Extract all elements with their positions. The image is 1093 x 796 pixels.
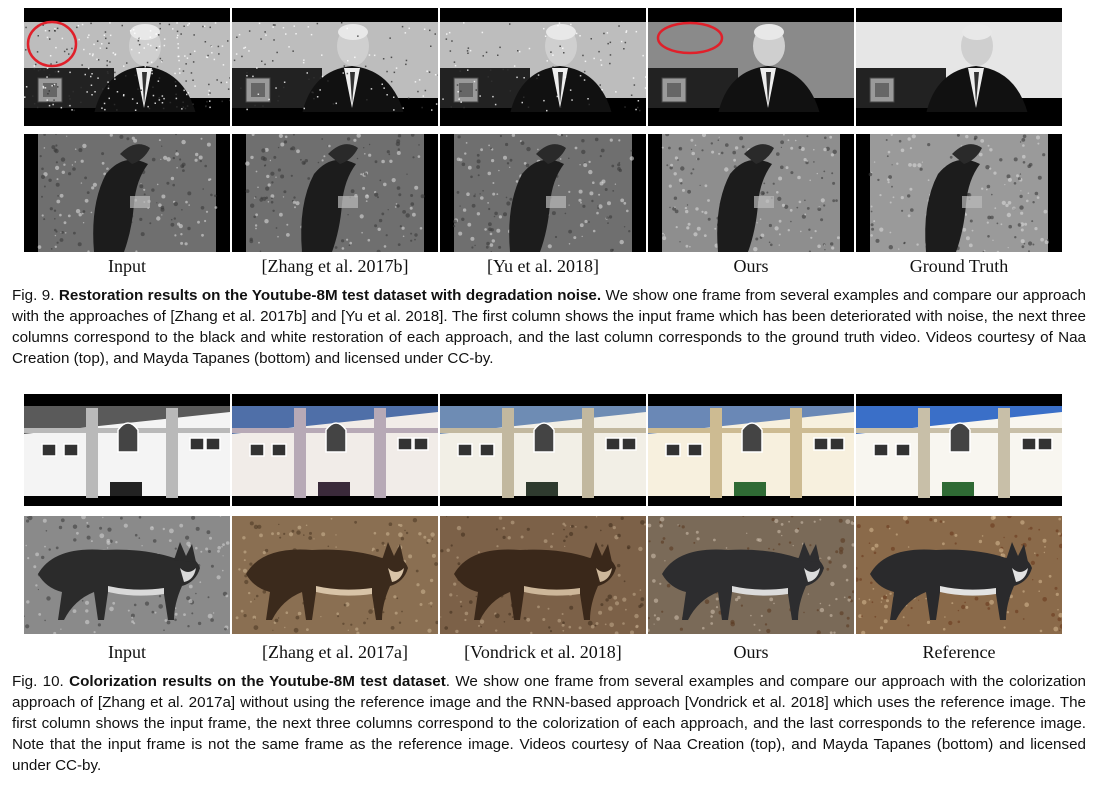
fig9-man-input-image	[24, 8, 230, 126]
fig9-animal-ours-image	[648, 134, 854, 252]
fig10-wolf-zhang-image	[232, 516, 438, 634]
fig10-caption-title: Colorization results on the Youtube-8M t…	[69, 673, 446, 690]
fig10-wolf-input-image	[24, 516, 230, 634]
fig10-wolf-reference-image	[856, 516, 1062, 634]
fig10-label-zhang: [Zhang et al. 2017a]	[262, 642, 408, 662]
fig10-caption: Fig. 10. Colorization results on the You…	[12, 671, 1086, 776]
fig10-image-grid	[24, 394, 1090, 634]
fig9-animal-input-image	[24, 134, 230, 252]
fig10-caption-prefix: Fig. 10.	[12, 673, 64, 690]
fig10-building-reference-image	[856, 394, 1062, 506]
fig9-image-grid	[24, 8, 1090, 252]
fig9-man-zhang-image	[232, 8, 438, 126]
fig9-animal-yu-image	[440, 134, 646, 252]
fig9-animal-zhang-image	[232, 134, 438, 252]
fig10-building-input-image	[24, 394, 230, 506]
fig9-caption: Fig. 9. Restoration results on the Youtu…	[12, 285, 1086, 369]
fig10-building-zhang-image	[232, 394, 438, 506]
fig10-label-reference: Reference	[922, 642, 996, 662]
fig9-label-ours: Ours	[733, 256, 769, 276]
fig10-building-ours-image	[648, 394, 854, 506]
fig10-label-input: Input	[108, 642, 146, 662]
fig9-animal-ground-truth-image	[856, 134, 1062, 252]
fig9-caption-prefix: Fig. 9.	[12, 287, 55, 304]
fig9-label-input: Input	[108, 256, 146, 276]
fig10-label-ours: Ours	[733, 642, 769, 662]
fig9-man-yu-image	[440, 8, 646, 126]
fig10-building-vondrick-image	[440, 394, 646, 506]
fig9-label-zhang: [Zhang et al. 2017b]	[261, 256, 409, 276]
fig9-column-labels: Input [Zhang et al. 2017b] [Yu et al. 20…	[24, 254, 1090, 278]
fig9-man-ground-truth-image	[856, 8, 1062, 126]
fig9-caption-title: Restoration results on the Youtube-8M te…	[58, 287, 602, 304]
fig10-column-labels: Input [Zhang et al. 2017a] [Vondrick et …	[24, 640, 1090, 664]
fig10-wolf-ours-image	[648, 516, 854, 634]
fig9-man-ours-image	[648, 8, 854, 126]
fig9-label-yu: [Yu et al. 2018]	[487, 256, 599, 276]
fig10-label-vondrick: [Vondrick et al. 2018]	[464, 642, 622, 662]
fig9-label-ground-truth: Ground Truth	[909, 256, 1009, 276]
fig10-wolf-vondrick-image	[440, 516, 646, 634]
